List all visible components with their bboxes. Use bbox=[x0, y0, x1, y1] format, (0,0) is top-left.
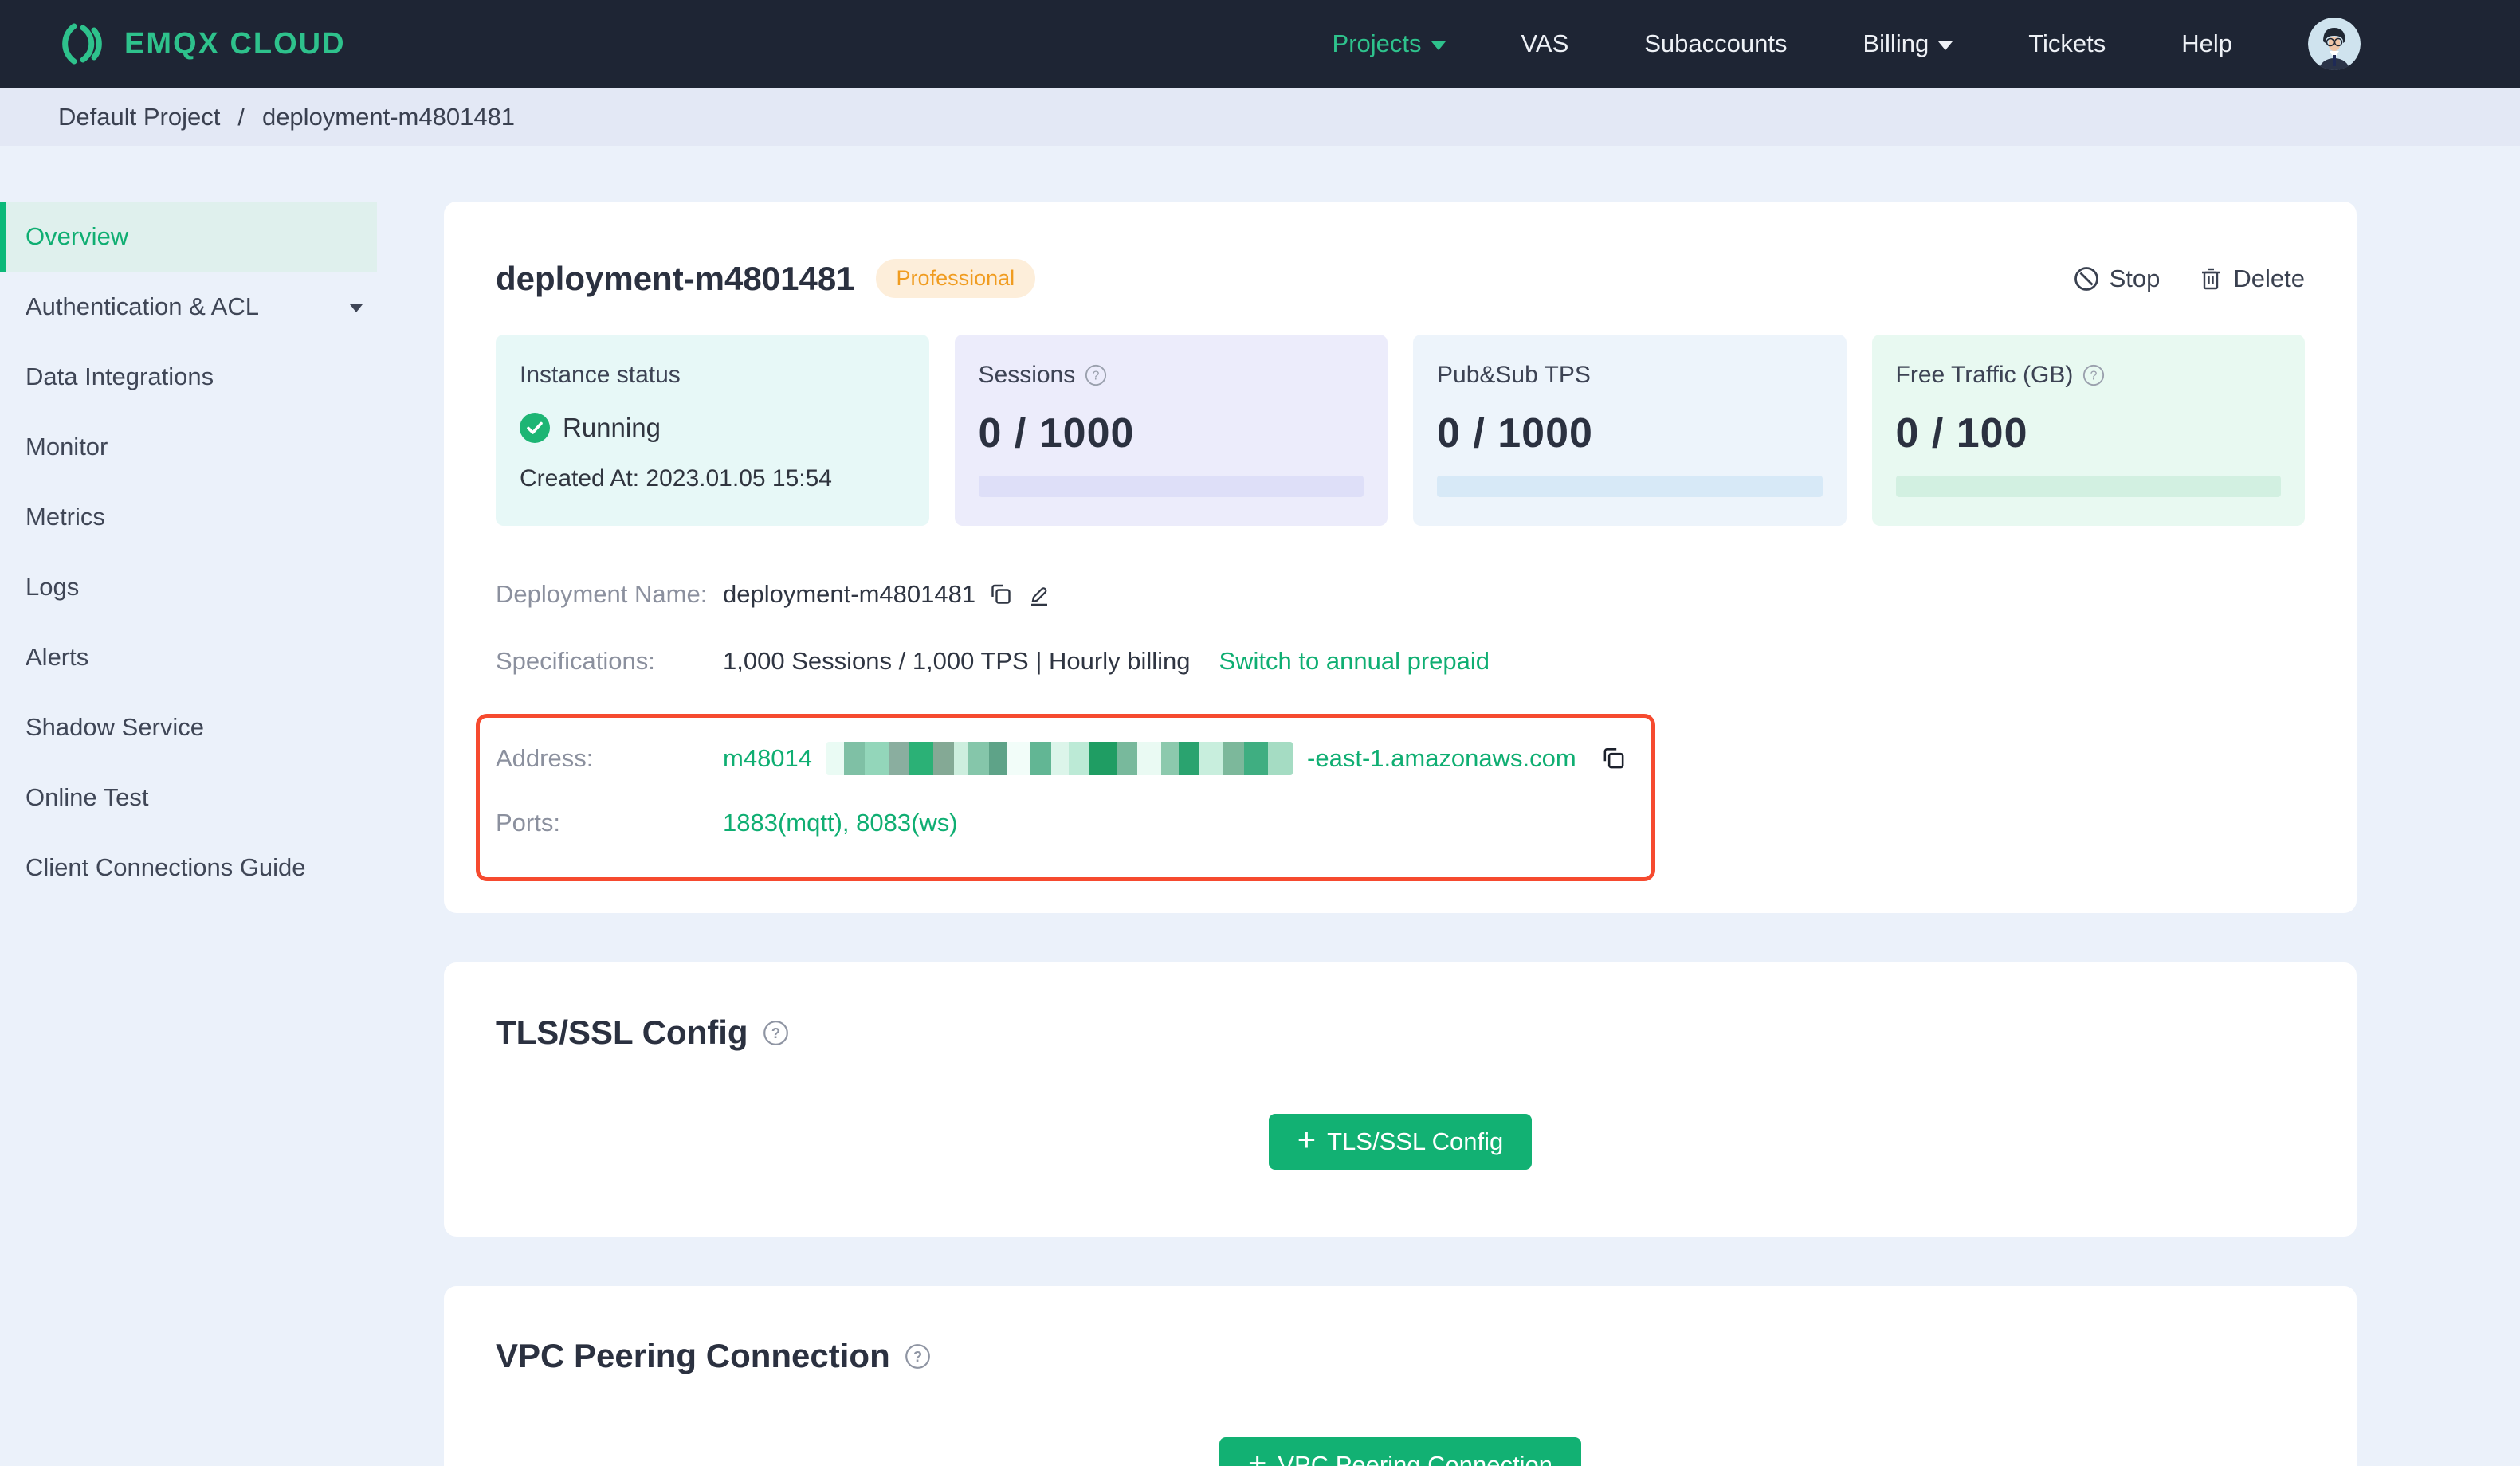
sidebar-item-alerts[interactable]: Alerts bbox=[0, 622, 377, 692]
instance-status-card: Instance status Running Created At: 2023… bbox=[496, 335, 929, 526]
tls-section-title: TLS/SSL Config bbox=[496, 1013, 748, 1051]
question-circle-icon[interactable]: ? bbox=[763, 1020, 789, 1046]
breadcrumb-current: deployment-m4801481 bbox=[261, 102, 516, 131]
sidebar-item-data-integrations[interactable]: Data Integrations bbox=[0, 342, 377, 412]
page: EMQX CLOUD Projects VAS Subaccounts Bill… bbox=[0, 0, 2520, 1466]
sidebar-item-client-connections-guide[interactable]: Client Connections Guide bbox=[0, 833, 377, 903]
check-circle-icon bbox=[520, 413, 550, 443]
traffic-progress bbox=[1895, 476, 2281, 497]
svg-text:?: ? bbox=[1093, 370, 1100, 383]
copy-icon[interactable] bbox=[1600, 745, 1627, 772]
address-redaction-mosaic bbox=[826, 742, 1293, 775]
nav-item-tickets[interactable]: Tickets bbox=[2028, 29, 2106, 58]
sidebar-item-monitor[interactable]: Monitor bbox=[0, 412, 377, 482]
sidebar-item-metrics[interactable]: Metrics bbox=[0, 482, 377, 552]
sessions-label: Sessions bbox=[978, 362, 1076, 388]
svg-text:?: ? bbox=[2090, 370, 2098, 383]
deployment-overview-card: deployment-m4801481 Professional Stop De… bbox=[444, 202, 2357, 913]
nav-item-vas[interactable]: VAS bbox=[1521, 29, 1569, 58]
delete-button[interactable]: Delete bbox=[2198, 265, 2305, 293]
deployment-name-value: deployment-m4801481 bbox=[723, 580, 976, 608]
sessions-card: Sessions ? 0 / 1000 bbox=[954, 335, 1388, 526]
sidebar-item-online-test[interactable]: Online Test bbox=[0, 762, 377, 833]
address-suffix: -east-1.amazonaws.com bbox=[1307, 744, 1576, 772]
chevron-down-icon bbox=[1431, 41, 1446, 50]
sidebar: Overview Authentication & ACL Data Integ… bbox=[0, 146, 377, 1466]
svg-text:?: ? bbox=[771, 1025, 779, 1041]
deployment-name-label: Deployment Name: bbox=[496, 580, 708, 608]
plus-icon: + bbox=[1247, 1446, 1267, 1466]
sidebar-item-logs[interactable]: Logs bbox=[0, 552, 377, 622]
nav-item-billing[interactable]: Billing bbox=[1863, 29, 1953, 58]
sidebar-item-overview[interactable]: Overview bbox=[0, 202, 377, 272]
vpc-section-title: VPC Peering Connection bbox=[496, 1337, 890, 1374]
created-at: Created At: 2023.01.05 15:54 bbox=[520, 465, 832, 492]
question-circle-icon[interactable]: ? bbox=[1085, 364, 1107, 386]
sidebar-item-shadow-service[interactable]: Shadow Service bbox=[0, 692, 377, 762]
chevron-down-icon bbox=[350, 301, 363, 312]
traffic-label: Free Traffic (GB) bbox=[1895, 362, 2074, 388]
sessions-value: 0 / 1000 bbox=[978, 410, 1135, 457]
nav-item-help[interactable]: Help bbox=[2181, 29, 2232, 58]
top-navbar: EMQX CLOUD Projects VAS Subaccounts Bill… bbox=[0, 0, 2520, 88]
tls-ssl-section: TLS/SSL Config ? + TLS/SSL Config bbox=[444, 962, 2357, 1237]
tps-label: Pub&Sub TPS bbox=[1437, 362, 1591, 388]
stats-row: Instance status Running Created At: 2023… bbox=[496, 335, 2305, 526]
plus-icon: + bbox=[1297, 1123, 1317, 1158]
emqx-logo-icon bbox=[56, 18, 108, 70]
question-circle-icon[interactable]: ? bbox=[2082, 364, 2105, 386]
plan-badge: Professional bbox=[875, 259, 1036, 298]
brand[interactable]: EMQX CLOUD bbox=[56, 18, 346, 70]
vpc-peering-section: VPC Peering Connection ? + VPC Peering C… bbox=[444, 1286, 2357, 1466]
ports-label: Ports: bbox=[496, 809, 560, 837]
tps-value: 0 / 1000 bbox=[1437, 410, 1593, 457]
instance-status-label: Instance status bbox=[520, 362, 681, 388]
breadcrumb: Default Project / deployment-m4801481 bbox=[0, 88, 2520, 146]
add-tls-ssl-config-button[interactable]: + TLS/SSL Config bbox=[1268, 1114, 1533, 1170]
ports-value: 1883(mqtt), 8083(ws) bbox=[723, 809, 958, 837]
brand-name: EMQX CLOUD bbox=[124, 26, 346, 61]
breadcrumb-separator: / bbox=[237, 102, 245, 131]
main-content: deployment-m4801481 Professional Stop De… bbox=[377, 146, 2520, 1466]
chevron-down-icon bbox=[1938, 41, 1953, 50]
stop-icon bbox=[2073, 265, 2100, 292]
status-badge: Running bbox=[563, 413, 661, 442]
user-avatar[interactable] bbox=[2308, 18, 2361, 70]
nav-item-projects[interactable]: Projects bbox=[1333, 29, 1446, 58]
nav-item-subaccounts[interactable]: Subaccounts bbox=[1644, 29, 1787, 58]
traffic-value: 0 / 100 bbox=[1895, 410, 2028, 457]
copy-icon[interactable] bbox=[988, 582, 1014, 607]
breadcrumb-project[interactable]: Default Project bbox=[58, 103, 220, 131]
deployment-info: Deployment Name: deployment-m4801481 Spe… bbox=[476, 580, 2305, 881]
connection-highlight-box: Address: m48014 -east-1.amazonaws.com Po… bbox=[476, 714, 1655, 881]
specifications-label: Specifications: bbox=[496, 647, 655, 675]
switch-annual-prepaid-link[interactable]: Switch to annual prepaid bbox=[1219, 647, 1490, 676]
nav-items: Projects VAS Subaccounts Billing Tickets… bbox=[1333, 18, 2361, 70]
address-prefix: m48014 bbox=[723, 744, 813, 772]
stop-button[interactable]: Stop bbox=[2073, 265, 2160, 293]
free-traffic-card: Free Traffic (GB) ? 0 / 100 bbox=[1871, 335, 2305, 526]
add-vpc-peering-connection-button[interactable]: + VPC Peering Connection bbox=[1219, 1437, 1581, 1466]
specifications-value: 1,000 Sessions / 1,000 TPS | Hourly bill… bbox=[723, 647, 1191, 675]
edit-icon[interactable] bbox=[1026, 582, 1052, 607]
sidebar-item-authentication-acl[interactable]: Authentication & ACL bbox=[0, 272, 377, 342]
page-title: deployment-m4801481 bbox=[496, 259, 855, 297]
trash-icon bbox=[2198, 266, 2224, 292]
tps-progress bbox=[1437, 476, 1823, 497]
sessions-progress bbox=[978, 476, 1364, 497]
address-label: Address: bbox=[496, 744, 594, 772]
question-circle-icon[interactable]: ? bbox=[905, 1343, 931, 1370]
svg-text:?: ? bbox=[913, 1348, 922, 1365]
pubsub-tps-card: Pub&Sub TPS 0 / 1000 bbox=[1413, 335, 1847, 526]
